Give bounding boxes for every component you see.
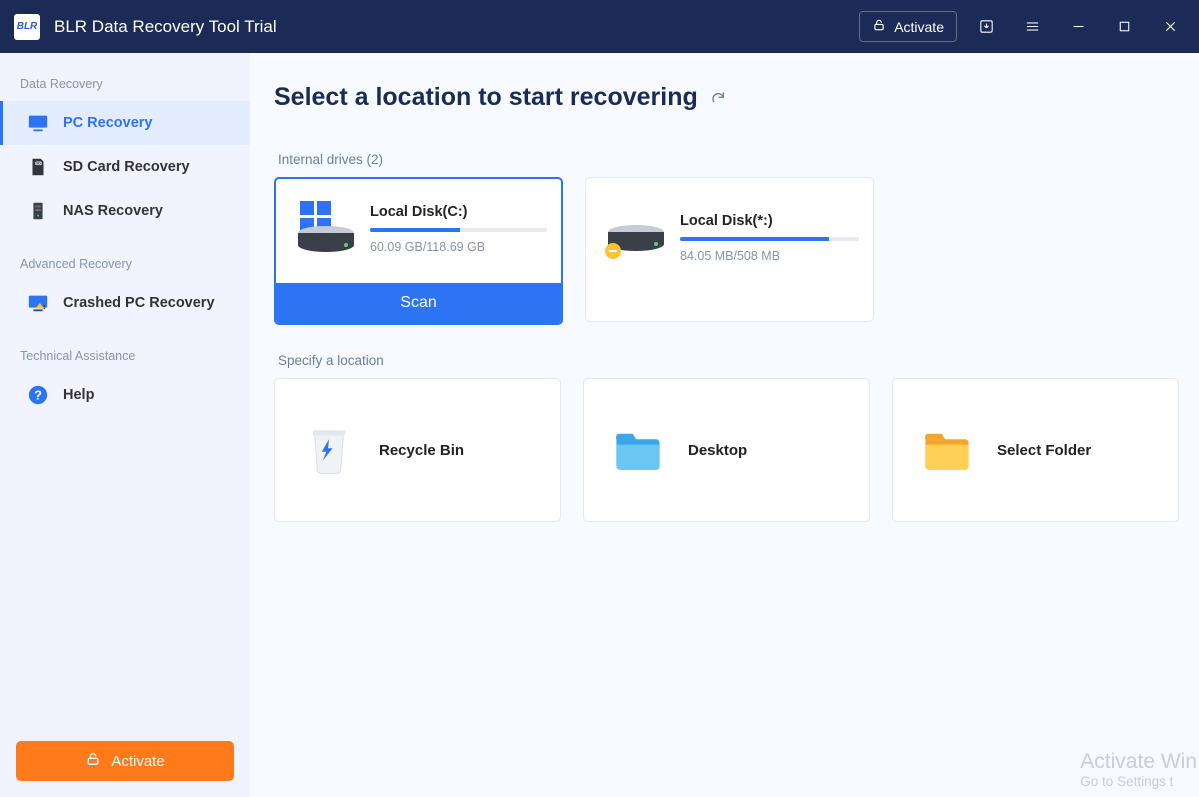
drive-usage-bar [680, 237, 859, 241]
app-title: BLR Data Recovery Tool Trial [54, 17, 859, 37]
windows-drive-icon [292, 201, 360, 257]
sidebar-item-pc-recovery[interactable]: PC Recovery [0, 101, 250, 145]
minimize-icon[interactable] [1061, 10, 1095, 44]
titlebar-activate-button[interactable]: Activate [859, 11, 957, 42]
location-label: Desktop [688, 442, 747, 459]
watermark-line2: Go to Settings t [1080, 774, 1197, 789]
titlebar-activate-label: Activate [894, 19, 944, 35]
drive-name: Local Disk(C:) [370, 204, 547, 220]
sidebar-item-nas-recovery[interactable]: NAS Recovery [0, 189, 250, 233]
crashed-pc-icon [27, 292, 49, 314]
drive-warning-icon [602, 210, 670, 266]
sidebar-item-label: Crashed PC Recovery [63, 295, 215, 311]
nas-icon [27, 200, 49, 222]
svg-text:?: ? [34, 388, 42, 403]
windows-activation-watermark: Activate Win Go to Settings t [1080, 750, 1197, 789]
drive-usage-bar [370, 228, 547, 232]
specify-location-label: Specify a location [274, 353, 1179, 368]
drive-card-c[interactable]: Local Disk(C:) 60.09 GB/118.69 GB Scan [274, 177, 563, 325]
page-title: Select a location to start recovering [274, 83, 1179, 112]
sidebar: Data Recovery PC Recovery SD SD Card Rec… [0, 53, 250, 797]
recycle-bin-icon [299, 420, 359, 480]
sidebar-item-label: PC Recovery [63, 115, 152, 131]
titlebar: BLR BLR Data Recovery Tool Trial Activat… [0, 0, 1199, 53]
sidebar-section-tech: Technical Assistance [0, 343, 250, 373]
sd-card-icon: SD [27, 156, 49, 178]
location-label: Recycle Bin [379, 442, 464, 459]
location-recycle-bin[interactable]: Recycle Bin [274, 378, 561, 522]
page-title-text: Select a location to start recovering [274, 83, 698, 112]
activate-button-label: Activate [111, 753, 164, 770]
scan-button[interactable]: Scan [276, 283, 561, 323]
sidebar-item-sd-recovery[interactable]: SD SD Card Recovery [0, 145, 250, 189]
drive-card-star[interactable]: Local Disk(*:) 84.05 MB/508 MB [585, 177, 874, 322]
desktop-folder-icon [608, 420, 668, 480]
sidebar-item-label: NAS Recovery [63, 203, 163, 219]
help-icon: ? [27, 384, 49, 406]
sidebar-section-data-recovery: Data Recovery [0, 71, 250, 101]
drive-usage-text: 60.09 GB/118.69 GB [370, 240, 547, 254]
sidebar-item-label: Help [63, 387, 94, 403]
maximize-icon[interactable] [1107, 10, 1141, 44]
refresh-icon[interactable] [710, 90, 726, 106]
update-icon[interactable] [969, 10, 1003, 44]
sidebar-item-label: SD Card Recovery [63, 159, 190, 175]
lock-icon [872, 18, 886, 35]
app-logo: BLR [14, 14, 40, 40]
close-icon[interactable] [1153, 10, 1187, 44]
sidebar-section-advanced: Advanced Recovery [0, 251, 250, 281]
menu-icon[interactable] [1015, 10, 1049, 44]
sidebar-item-help[interactable]: ? Help [0, 373, 250, 417]
folder-icon [917, 420, 977, 480]
svg-text:SD: SD [36, 161, 41, 165]
monitor-icon [27, 112, 49, 134]
location-select-folder[interactable]: Select Folder [892, 378, 1179, 522]
location-desktop[interactable]: Desktop [583, 378, 870, 522]
location-label: Select Folder [997, 442, 1091, 459]
sidebar-activate-button[interactable]: Activate [16, 741, 234, 781]
internal-drives-label: Internal drives (2) [274, 152, 1179, 167]
lock-icon [85, 751, 101, 771]
drive-name: Local Disk(*:) [680, 213, 859, 229]
sidebar-item-crashed-pc[interactable]: Crashed PC Recovery [0, 281, 250, 325]
watermark-line1: Activate Win [1080, 750, 1197, 774]
main-content: Select a location to start recovering In… [250, 53, 1199, 797]
drive-usage-text: 84.05 MB/508 MB [680, 249, 859, 263]
